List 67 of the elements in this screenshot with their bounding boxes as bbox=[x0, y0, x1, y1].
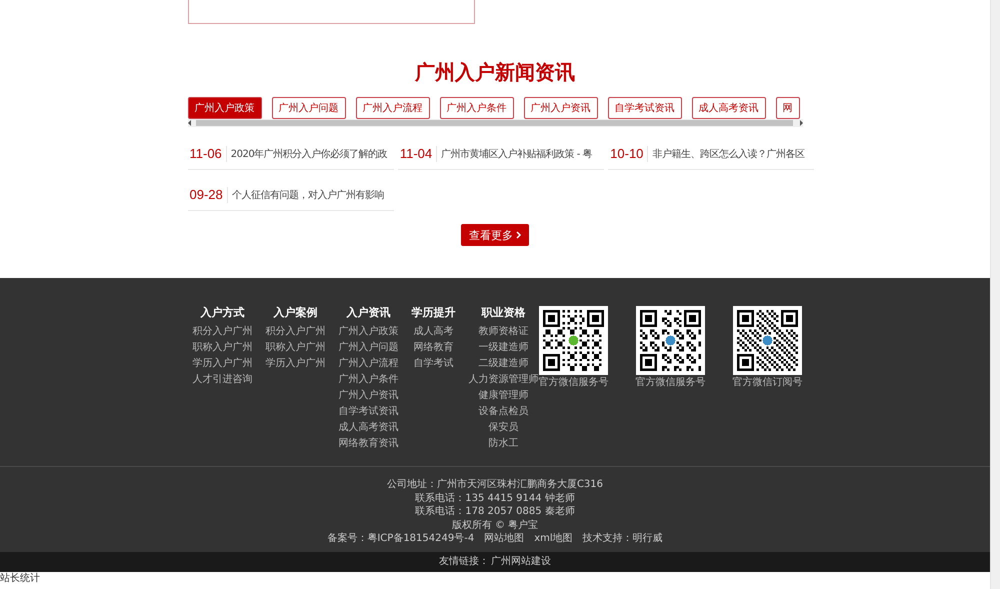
footer-link[interactable]: 成人高考资讯 bbox=[338, 420, 398, 436]
page-scrollbar[interactable] bbox=[990, 0, 1000, 589]
chevron-right-icon bbox=[516, 231, 521, 239]
footer-link[interactable]: 人才引进咨询 bbox=[192, 372, 252, 388]
category-tab[interactable]: 广州入户流程 bbox=[356, 97, 430, 119]
scroll-left-arrow-icon[interactable] bbox=[188, 120, 192, 126]
footer-link[interactable]: 防水工 bbox=[488, 436, 518, 452]
stats-link[interactable]: 站长统计 bbox=[0, 572, 990, 584]
footer-heading: 学历提升 bbox=[412, 306, 456, 320]
footer-link[interactable]: 成人高考 bbox=[414, 324, 454, 340]
qr-caption: 官方微信服务号 bbox=[636, 377, 706, 389]
footer-link[interactable]: 一级建造师 bbox=[478, 340, 528, 356]
news-item[interactable]: 10-10 非户籍生、跨区怎么入读？广州各区 bbox=[608, 139, 814, 170]
friend-links-label: 友情链接： bbox=[439, 554, 489, 568]
footer-link[interactable]: 二级建造师 bbox=[478, 356, 528, 372]
footer-info-text: 联系电话：135 4415 9144 钟老师 bbox=[415, 492, 575, 505]
footer-link[interactable]: 网站地图 bbox=[484, 532, 524, 546]
footer-link[interactable]: 设备点检员 bbox=[478, 404, 528, 420]
footer-link[interactable]: 积分入户广州 bbox=[192, 324, 252, 340]
footer-link[interactable]: 网络教育资讯 bbox=[338, 436, 398, 452]
footer-link[interactable]: 自学考试 bbox=[414, 356, 454, 372]
footer-info-text: 公司地址：广州市天河区珠村汇鹏商务大厦C316 bbox=[386, 478, 604, 492]
footer-link[interactable]: 保安员 bbox=[488, 420, 518, 436]
footer-link[interactable]: 广州入户资讯 bbox=[338, 388, 398, 404]
friend-link[interactable]: 广州网站建设 bbox=[491, 554, 551, 568]
qr-caption: 官方微信订阅号 bbox=[732, 377, 802, 389]
category-tab[interactable]: 网 bbox=[776, 97, 800, 119]
footer-info-text: 版权所有 © 粤户宝 bbox=[452, 518, 538, 532]
footer-link[interactable]: 教师资格证 bbox=[478, 324, 528, 340]
news-item[interactable]: 11-04 广州市黄埔区入户补贴福利政策 - 粤 bbox=[398, 139, 604, 170]
footer-link[interactable]: 健康管理师 bbox=[478, 388, 528, 404]
footer-info-text: 联系电话：178 2057 0885 秦老师 bbox=[415, 505, 575, 518]
footer-link[interactable]: 职称入户广州 bbox=[266, 340, 326, 356]
footer-link[interactable]: 广州入户条件 bbox=[338, 372, 398, 388]
category-tab[interactable]: 广州入户条件 bbox=[440, 97, 514, 119]
qr-code bbox=[539, 306, 608, 375]
category-tab[interactable]: 广州入户政策 bbox=[188, 97, 262, 119]
footer-link[interactable]: 技术支持：明行威 bbox=[582, 532, 663, 546]
category-tab[interactable]: 自学考试资讯 bbox=[608, 97, 682, 119]
category-tab[interactable]: 广州入户资讯 bbox=[524, 97, 598, 119]
section-title: 广州入户新闻资讯 bbox=[414, 60, 576, 84]
footer-link[interactable]: 广州入户政策 bbox=[338, 324, 398, 340]
footer-link[interactable]: 职称入户广州 bbox=[192, 340, 252, 356]
footer-link[interactable]: 自学考试资讯 bbox=[338, 404, 398, 420]
footer-link[interactable]: 学历入户广州 bbox=[266, 356, 326, 372]
qr-code bbox=[733, 306, 802, 375]
footer-link[interactable]: 积分入户广州 bbox=[266, 324, 326, 340]
footer-link[interactable]: 广州入户问题 bbox=[338, 340, 398, 356]
news-item[interactable]: 11-06 2020年广州积分入户你必须了解的政 bbox=[188, 139, 394, 170]
footer-heading: 职业资格 bbox=[482, 306, 526, 320]
horizontal-scrollbar[interactable] bbox=[188, 119, 802, 127]
footer-link[interactable]: 备案号：粤ICP备18154249号-4 bbox=[327, 532, 474, 546]
footer-link[interactable]: 广州入户流程 bbox=[338, 356, 398, 372]
footer-link[interactable]: 网络教育 bbox=[414, 340, 454, 356]
footer-link[interactable]: 人力资源管理师 bbox=[468, 372, 538, 388]
scroll-right-arrow-icon[interactable] bbox=[798, 120, 802, 126]
news-item[interactable]: 09-28 个人征信有问题，对入户广州有影响 bbox=[188, 180, 394, 211]
category-tab[interactable]: 成人高考资讯 bbox=[692, 97, 766, 119]
qr-code bbox=[636, 306, 705, 375]
footer-heading: 入户资讯 bbox=[346, 306, 390, 320]
category-tab[interactable]: 广州入户问题 bbox=[272, 97, 346, 119]
footer-link[interactable]: xml地图 bbox=[534, 532, 573, 546]
footer-link[interactable]: 学历入户广州 bbox=[192, 356, 252, 372]
view-more-button[interactable]: 查看更多 bbox=[461, 224, 529, 246]
qr-caption: 官方微信服务号 bbox=[538, 377, 608, 389]
footer-heading: 入户方式 bbox=[200, 306, 244, 320]
footer-heading: 入户案例 bbox=[274, 306, 318, 320]
